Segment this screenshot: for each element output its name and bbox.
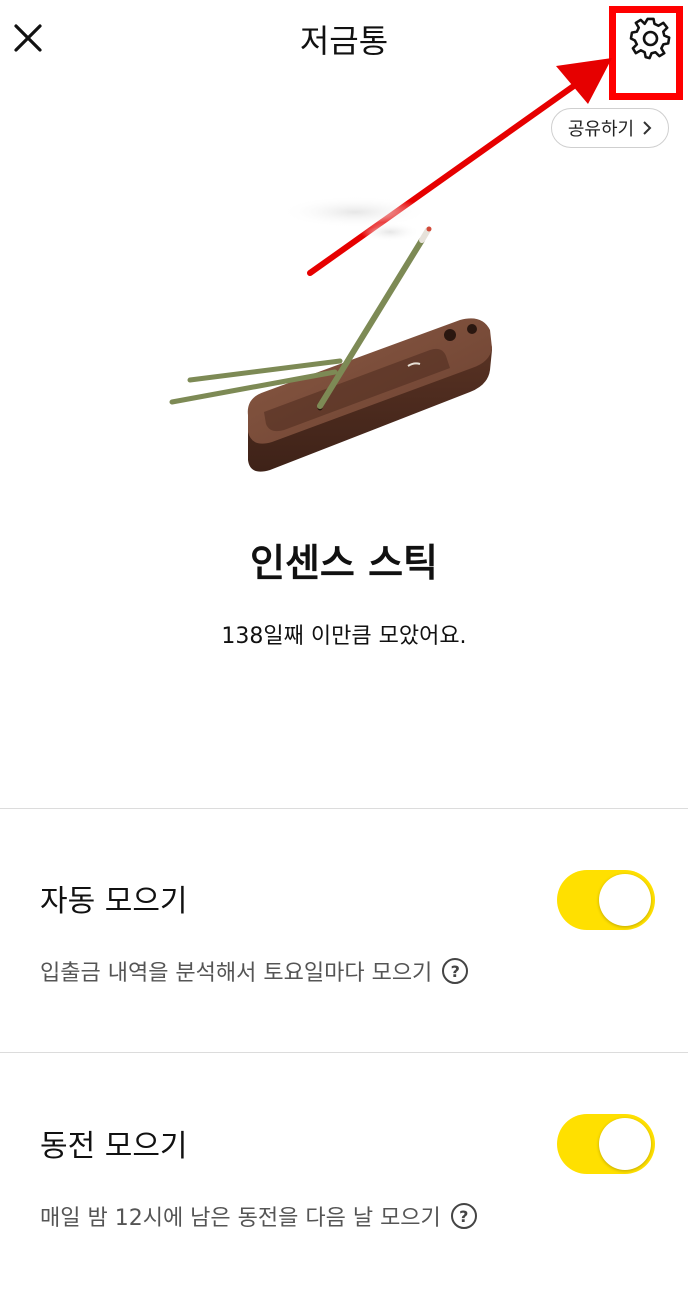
question-icon[interactable]: ?	[450, 1203, 477, 1229]
incense-stick-illustration	[169, 196, 492, 472]
annotation-highlight-box	[609, 6, 683, 100]
setting-subtitle-text: 입출금 내역을 분석해서 토요일마다 모으기	[40, 961, 433, 986]
setting-title: 자동 모으기	[40, 884, 188, 919]
question-icon[interactable]: ?	[442, 958, 469, 984]
toggle-knob	[599, 1118, 651, 1170]
setting-subtitle: 입출금 내역을 분석해서 토요일마다 모으기 ?	[40, 955, 469, 987]
item-description: 138일째 이만큼 모았어요.	[221, 624, 467, 649]
setting-title: 동전 모으기	[40, 1129, 188, 1164]
header: 저금통	[0, 0, 688, 80]
share-label: 공유하기	[567, 119, 635, 140]
section-divider	[0, 808, 688, 809]
coin-save-toggle[interactable]	[557, 1114, 655, 1174]
setting-subtitle-text: 매일 밤 12시에 남은 동전을 다음 날 모으기	[40, 1206, 441, 1231]
chevron-right-icon	[643, 121, 652, 135]
section-divider	[0, 1052, 688, 1053]
setting-subtitle: 매일 밤 12시에 남은 동전을 다음 날 모으기 ?	[40, 1200, 477, 1232]
auto-save-toggle[interactable]	[557, 870, 655, 930]
page-title: 저금통	[299, 22, 389, 60]
toggle-knob	[599, 874, 651, 926]
item-name: 인센스 스틱	[249, 541, 439, 585]
share-button[interactable]: 공유하기	[551, 108, 669, 148]
